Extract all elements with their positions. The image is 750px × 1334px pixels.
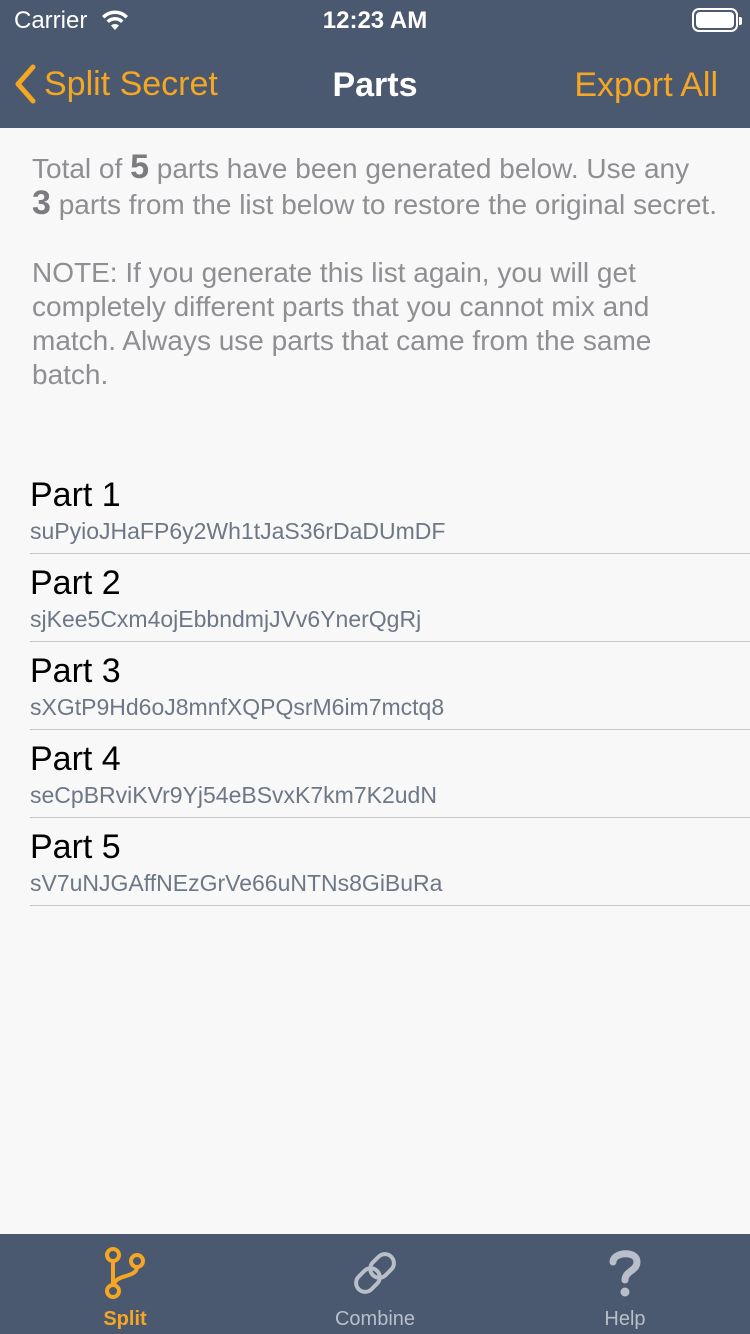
part-value: sXGtP9Hd6oJ8mnfXQPQsrM6im7mctq8	[30, 694, 445, 720]
export-all-button[interactable]: Export All	[574, 66, 718, 105]
tab-help-label: Help	[604, 1308, 646, 1330]
list-item[interactable]: Part 5 sV7uNJGAffNEzGrVe66uNTNs8GiBuRa	[30, 818, 750, 906]
part-value: suPyioJHaFP6y2Wh1tJaS36rDaDUmDF	[30, 518, 446, 544]
parts-list: Part 1 suPyioJHaFP6y2Wh1tJaS36rDaDUmDF P…	[30, 466, 750, 906]
list-item[interactable]: Part 4 seCpBRviKVr9Yj54eBSvxK7km7K2udN	[30, 730, 750, 818]
note-paragraph: NOTE: If you generate this list again, y…	[32, 257, 652, 390]
list-item[interactable]: Part 3 sXGtP9Hd6oJ8mnfXQPQsrM6im7mctq8	[30, 642, 750, 730]
summary-paragraph: Total of 5 parts have been generated bel…	[32, 150, 722, 222]
part-value: sV7uNJGAffNEzGrVe66uNTNs8GiBuRa	[30, 870, 443, 896]
summary-middle: parts have been generated below. Use any	[148, 153, 690, 184]
battery-icon	[692, 8, 742, 32]
part-title: Part 3	[30, 652, 121, 690]
total-count: 5	[130, 148, 149, 186]
tab-split-label: Split	[103, 1308, 147, 1330]
tab-split[interactable]: Split	[0, 1234, 250, 1334]
parts-content: Total of 5 parts have been generated bel…	[0, 128, 750, 1234]
part-title: Part 4	[30, 740, 121, 778]
branch-icon	[0, 1246, 250, 1300]
part-title: Part 5	[30, 828, 121, 866]
top-bar: Carrier 12:23 AM Split Secret Parts Expo…	[0, 0, 750, 128]
question-icon	[500, 1246, 750, 1300]
list-item[interactable]: Part 1 suPyioJHaFP6y2Wh1tJaS36rDaDUmDF	[30, 466, 750, 554]
tab-bar: Split Combine Help	[0, 1234, 750, 1334]
part-value: sjKee5Cxm4ojEbbndmjJVv6YnerQgRj	[30, 606, 422, 632]
link-icon	[250, 1246, 500, 1300]
instructions-text: Total of 5 parts have been generated bel…	[32, 150, 722, 392]
summary-prefix: Total of	[32, 153, 131, 184]
summary-suffix: parts from the list below to restore the…	[50, 189, 717, 220]
part-title: Part 2	[30, 564, 121, 602]
list-item[interactable]: Part 2 sjKee5Cxm4ojEbbndmjJVv6YnerQgRj	[30, 554, 750, 642]
threshold-count: 3	[32, 184, 51, 222]
navigation-bar: Split Secret Parts Export All	[0, 40, 750, 128]
clock: 12:23 AM	[322, 7, 428, 34]
tab-combine-label: Combine	[334, 1308, 416, 1330]
part-value: seCpBRviKVr9Yj54eBSvxK7km7K2udN	[30, 782, 437, 808]
tab-help[interactable]: Help	[500, 1234, 750, 1334]
part-title: Part 1	[30, 476, 121, 514]
tab-combine[interactable]: Combine	[250, 1234, 500, 1334]
status-bar: Carrier 12:23 AM	[0, 0, 750, 40]
